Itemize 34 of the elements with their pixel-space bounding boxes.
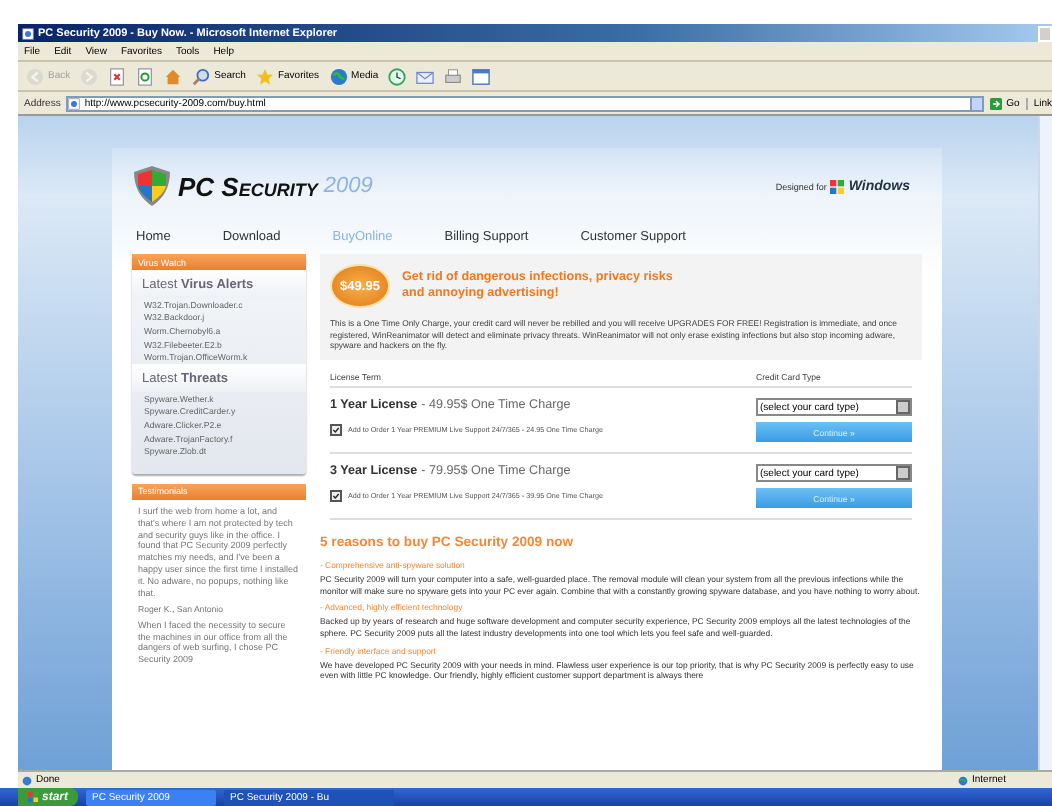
windows-flag-icon — [830, 179, 845, 193]
go-arrow-icon — [990, 97, 1003, 109]
minimize-button[interactable] — [1038, 25, 1052, 41]
search-icon — [192, 67, 211, 85]
star-icon — [255, 67, 274, 85]
toolbar-button[interactable] — [162, 67, 185, 85]
globe-icon — [329, 67, 348, 85]
forward-arrow-icon — [80, 67, 99, 85]
toolbar-button[interactable] — [106, 67, 129, 85]
toolbar-button[interactable] — [386, 67, 409, 85]
house-icon — [164, 67, 183, 85]
check-icon — [332, 426, 340, 435]
shield-logo-icon — [132, 164, 172, 208]
toolbar-button[interactable] — [414, 67, 437, 85]
checkbox[interactable] — [330, 490, 342, 503]
toolbar-button[interactable] — [442, 67, 465, 85]
refresh-icon — [136, 67, 155, 85]
logo-year: 2009 — [323, 174, 373, 198]
page-icon — [68, 97, 81, 109]
printer-icon — [444, 67, 463, 85]
stop-icon — [108, 67, 127, 85]
windows-flag-icon — [28, 792, 38, 802]
toolbar-button[interactable] — [134, 67, 157, 85]
globe-icon — [958, 775, 968, 785]
page-icon — [22, 27, 34, 39]
logo-text: PC Security — [178, 171, 318, 201]
back-arrow-icon — [26, 67, 44, 85]
page-icon — [22, 775, 32, 785]
clock-icon — [388, 67, 407, 85]
checkbox[interactable] — [330, 424, 342, 437]
window-icon — [472, 67, 491, 85]
check-icon — [332, 492, 340, 501]
toolbar-button[interactable] — [470, 67, 493, 85]
envelope-icon — [416, 67, 435, 85]
